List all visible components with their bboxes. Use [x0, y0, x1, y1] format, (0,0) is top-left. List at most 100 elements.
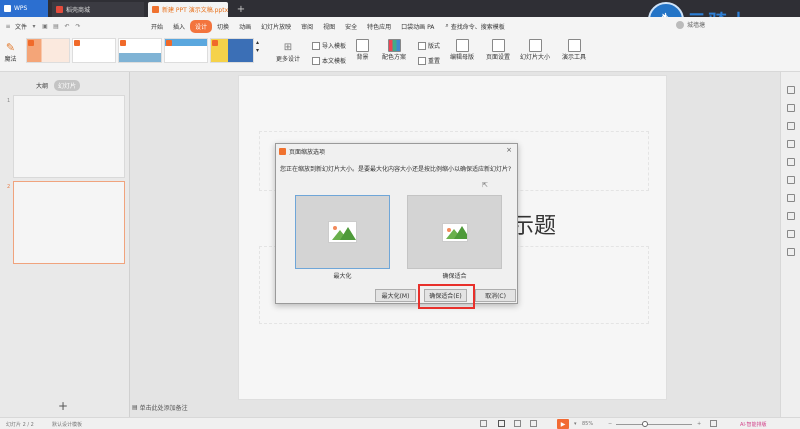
backup-icon[interactable] [787, 194, 795, 202]
notes-toggle-icon[interactable] [480, 420, 487, 427]
zoom-level[interactable]: 85% [582, 421, 593, 427]
slide-counter: 幻灯片 2 / 2 [6, 422, 34, 428]
zoom-in-icon[interactable]: + [697, 421, 701, 427]
chevron-down-icon: ▾ [256, 47, 260, 54]
print-icon[interactable]: ▤ [52, 22, 60, 30]
menu-tab-security[interactable]: 安全 [340, 20, 362, 33]
template-thumb[interactable] [210, 38, 254, 63]
share-icon[interactable] [787, 212, 795, 220]
slide-size-button[interactable]: 幻灯片大小 [520, 39, 550, 61]
notes-area[interactable]: ▤ 单击此处添加备注 [132, 403, 188, 412]
premium-badge-icon [120, 40, 126, 46]
option-ensure-fit[interactable] [407, 195, 502, 269]
tab-document[interactable]: 新建 PPT 演示文稿.pptx × [148, 2, 228, 17]
edit-master-button[interactable]: 编辑母版 [450, 39, 474, 61]
magic-button[interactable]: ✎ 魔法 [4, 41, 17, 63]
palette-icon [387, 39, 401, 52]
zoom-slider[interactable] [616, 424, 692, 425]
menu-tab-view[interactable]: 视图 [318, 20, 340, 33]
new-tab-button[interactable]: + [234, 2, 248, 17]
highlight-annotation [418, 284, 475, 309]
zoom-slider-handle[interactable] [642, 421, 648, 427]
theme-name[interactable]: 默认设计模板 [52, 421, 82, 428]
menu-tab-slideshow[interactable]: 幻灯片放映 [256, 20, 296, 33]
close-icon[interactable]: × [506, 146, 512, 154]
menu-tab-design[interactable]: 设计 [190, 19, 213, 33]
status-bar: 幻灯片 2 / 2 默认设计模板 ▶ ▾ 85% − + AI·智能排版 [0, 417, 800, 429]
image-icon [328, 221, 357, 243]
background-button[interactable]: 背景 [356, 39, 369, 61]
tools-icon[interactable] [787, 122, 795, 130]
normal-view-icon[interactable] [498, 420, 505, 427]
select-icon[interactable] [787, 86, 795, 94]
premium-badge-icon [74, 40, 80, 46]
notes-icon: ▤ [132, 404, 138, 411]
layout-button[interactable]: 版式 [418, 41, 440, 50]
color-scheme-button[interactable]: 配色方案 [382, 39, 406, 61]
help-icon[interactable] [787, 230, 795, 238]
tab-store[interactable]: 稻壳商城 [52, 2, 144, 17]
settings-icon[interactable] [787, 248, 795, 256]
tab-slides[interactable]: 幻灯片 [54, 80, 81, 91]
slide-thumbnail-1[interactable] [13, 95, 125, 178]
template-thumb[interactable] [164, 38, 208, 63]
page-setup-button[interactable]: 页面设置 [486, 39, 510, 61]
fit-window-icon[interactable] [710, 420, 717, 427]
layout-icon [418, 41, 426, 50]
menu-tab-animation[interactable]: 动画 [234, 20, 256, 33]
ai-layout-button[interactable]: AI·智能排版 [740, 421, 767, 428]
transition-icon[interactable] [787, 158, 795, 166]
user-account[interactable]: 城墙塘 [676, 20, 705, 29]
reading-view-icon[interactable] [530, 420, 537, 427]
zoom-out-icon[interactable]: − [608, 421, 612, 427]
sorter-view-icon[interactable] [514, 420, 521, 427]
wps-logo-icon [4, 5, 11, 12]
play-slideshow-button[interactable]: ▶ [557, 419, 569, 429]
maximize-button[interactable]: 最大化(M) [375, 289, 416, 302]
slide-thumbnail-2[interactable] [13, 181, 125, 264]
reset-button[interactable]: 重置 [418, 56, 440, 65]
template-thumb[interactable] [26, 38, 70, 63]
animation-icon[interactable] [787, 140, 795, 148]
search-icon: ⌕ [445, 22, 449, 29]
menu-tab-home[interactable]: 开始 [146, 20, 168, 33]
file-menu[interactable]: 文件 [15, 22, 27, 31]
format-icon[interactable] [787, 176, 795, 184]
chevron-down-icon[interactable]: ▾ [30, 22, 38, 30]
menu-tab-insert[interactable]: 插入 [168, 20, 190, 33]
hamburger-icon[interactable]: ≡ [4, 22, 12, 30]
magic-wand-icon: ✎ [5, 41, 16, 54]
menu-tab-features[interactable]: 特色应用 [362, 20, 396, 33]
command-search[interactable]: ⌕ 查找命令、搜索模板 [445, 22, 504, 31]
undo-icon[interactable]: ↶ [63, 22, 71, 30]
menu-tab-review[interactable]: 审阅 [296, 20, 318, 33]
cancel-button[interactable]: 取消(C) [475, 289, 516, 302]
dialog-message: 您正在缩放到新幻灯片大小。是要最大化内容大小还是按比例缩小以确保适应新幻灯片? [280, 166, 512, 173]
menu-tab-transition[interactable]: 切换 [212, 20, 234, 33]
dialog-titlebar: 页面缩放选项 [276, 144, 517, 158]
slide-number: 2 [7, 184, 11, 190]
gallery-scroll[interactable]: ▴ ▾ [256, 39, 259, 54]
save-icon[interactable]: ▣ [41, 22, 49, 30]
tab-wps-home[interactable]: WPS [0, 0, 48, 17]
store-icon [56, 6, 63, 13]
tab-outline[interactable]: 大纲 [36, 81, 48, 90]
design-template-gallery [26, 38, 254, 64]
template-thumb[interactable] [72, 38, 116, 63]
image-icon [441, 222, 468, 242]
more-design-button[interactable]: ⊞ 更多设计 [276, 41, 300, 63]
slide-title-text: 示题 [512, 214, 557, 239]
master-slide-icon [455, 39, 469, 52]
background-icon [356, 39, 369, 52]
reset-icon [418, 56, 426, 65]
template-thumb[interactable] [118, 38, 162, 63]
add-slide-button[interactable]: + [58, 399, 68, 413]
menu-tab-pocket-animation[interactable]: 口袋动画 PA [396, 20, 439, 33]
presentation-tools-button[interactable]: 演示工具 [562, 39, 586, 61]
redo-icon[interactable]: ↷ [74, 22, 82, 30]
option-maximize[interactable] [295, 195, 390, 269]
shapes-icon[interactable] [787, 104, 795, 112]
chevron-down-icon[interactable]: ▾ [574, 421, 577, 427]
text-template-button[interactable]: 本文模板 [312, 56, 346, 65]
import-template-button[interactable]: 导入模板 [312, 41, 346, 50]
